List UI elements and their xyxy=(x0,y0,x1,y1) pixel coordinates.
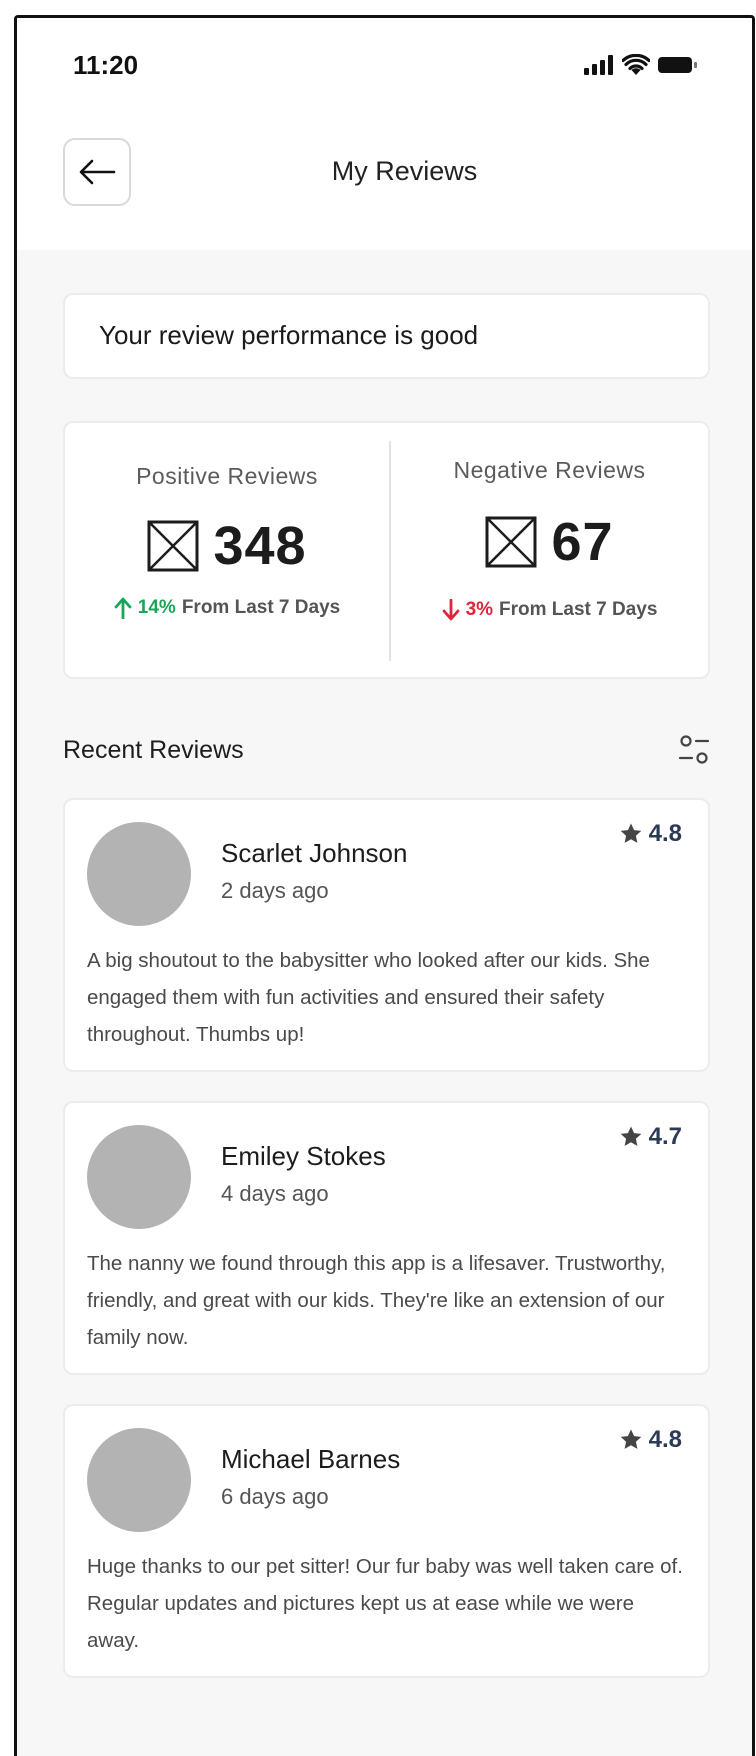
rating: 4.8 xyxy=(619,820,682,848)
star-icon xyxy=(620,1126,641,1146)
review-card[interactable]: Michael Barnes 6 days ago 4.8 Huge thank… xyxy=(63,1404,710,1678)
avatar xyxy=(87,1125,191,1229)
signal-icon xyxy=(584,55,613,75)
review-stats-card: Positive Reviews 348 14% From Last 7 Day… xyxy=(63,421,710,679)
positive-change-percent: 14% xyxy=(137,597,176,618)
status-icons xyxy=(584,54,698,76)
negative-reviews-stat: Negative Reviews 67 3% From Last 7 Days xyxy=(391,423,708,677)
page-title: My Reviews xyxy=(331,156,478,186)
negative-reviews-count: 67 xyxy=(551,512,614,572)
review-card[interactable]: Scarlet Johnson 2 days ago 4.8 A big sho… xyxy=(63,798,710,1072)
reviewer-name: Michael Barnes xyxy=(221,1444,401,1474)
positive-change-text: From Last 7 Days xyxy=(181,597,341,618)
negative-change: 3% From Last 7 Days xyxy=(391,599,708,621)
review-date: 2 days ago xyxy=(221,878,329,903)
rating-value: 4.7 xyxy=(648,1123,682,1150)
rating-value: 4.8 xyxy=(648,1426,682,1453)
rating: 4.7 xyxy=(619,1123,682,1151)
avatar xyxy=(87,1428,191,1532)
status-time: 11:20 xyxy=(73,50,139,80)
star-icon xyxy=(620,1429,641,1449)
recent-reviews-title: Recent Reviews xyxy=(63,736,244,764)
review-card[interactable]: Emiley Stokes 4 days ago 4.7 The nanny w… xyxy=(63,1101,710,1375)
wifi-icon xyxy=(622,54,650,75)
arrow-down-icon xyxy=(442,599,459,621)
performance-banner: Your review performance is good xyxy=(63,293,710,379)
positive-reviews-count: 348 xyxy=(213,516,307,576)
review-text: Huge thanks to our pet sitter! Our fur b… xyxy=(87,1555,683,1652)
review-text: The nanny we found through this app is a… xyxy=(87,1252,666,1349)
review-date: 6 days ago xyxy=(221,1484,329,1509)
image-placeholder-icon xyxy=(147,520,199,572)
arrow-up-icon xyxy=(114,597,132,619)
star-icon xyxy=(620,823,641,843)
phone-screen: 11:20 My Reviews Your review performance… xyxy=(14,15,755,1756)
reviewer-name: Scarlet Johnson xyxy=(221,838,408,868)
negative-reviews-label: Negative Reviews xyxy=(453,457,646,483)
image-placeholder-icon xyxy=(485,516,537,568)
avatar xyxy=(87,822,191,926)
positive-reviews-stat: Positive Reviews 348 14% From Last 7 Day… xyxy=(65,423,389,677)
top-bar: 11:20 My Reviews xyxy=(17,18,752,250)
positive-change: 14% From Last 7 Days xyxy=(65,597,389,619)
positive-reviews-label: Positive Reviews xyxy=(136,463,318,489)
battery-icon xyxy=(658,57,697,73)
filter-icon[interactable] xyxy=(677,733,711,767)
rating: 4.8 xyxy=(619,1426,682,1454)
rating-value: 4.8 xyxy=(648,820,682,847)
review-text: A big shoutout to the babysitter who loo… xyxy=(87,949,650,1046)
performance-message: Your review performance is good xyxy=(99,320,479,350)
reviewer-name: Emiley Stokes xyxy=(221,1141,386,1171)
negative-change-text: From Last 7 Days xyxy=(499,599,658,620)
review-date: 4 days ago xyxy=(221,1181,329,1206)
negative-change-percent: 3% xyxy=(465,599,494,620)
